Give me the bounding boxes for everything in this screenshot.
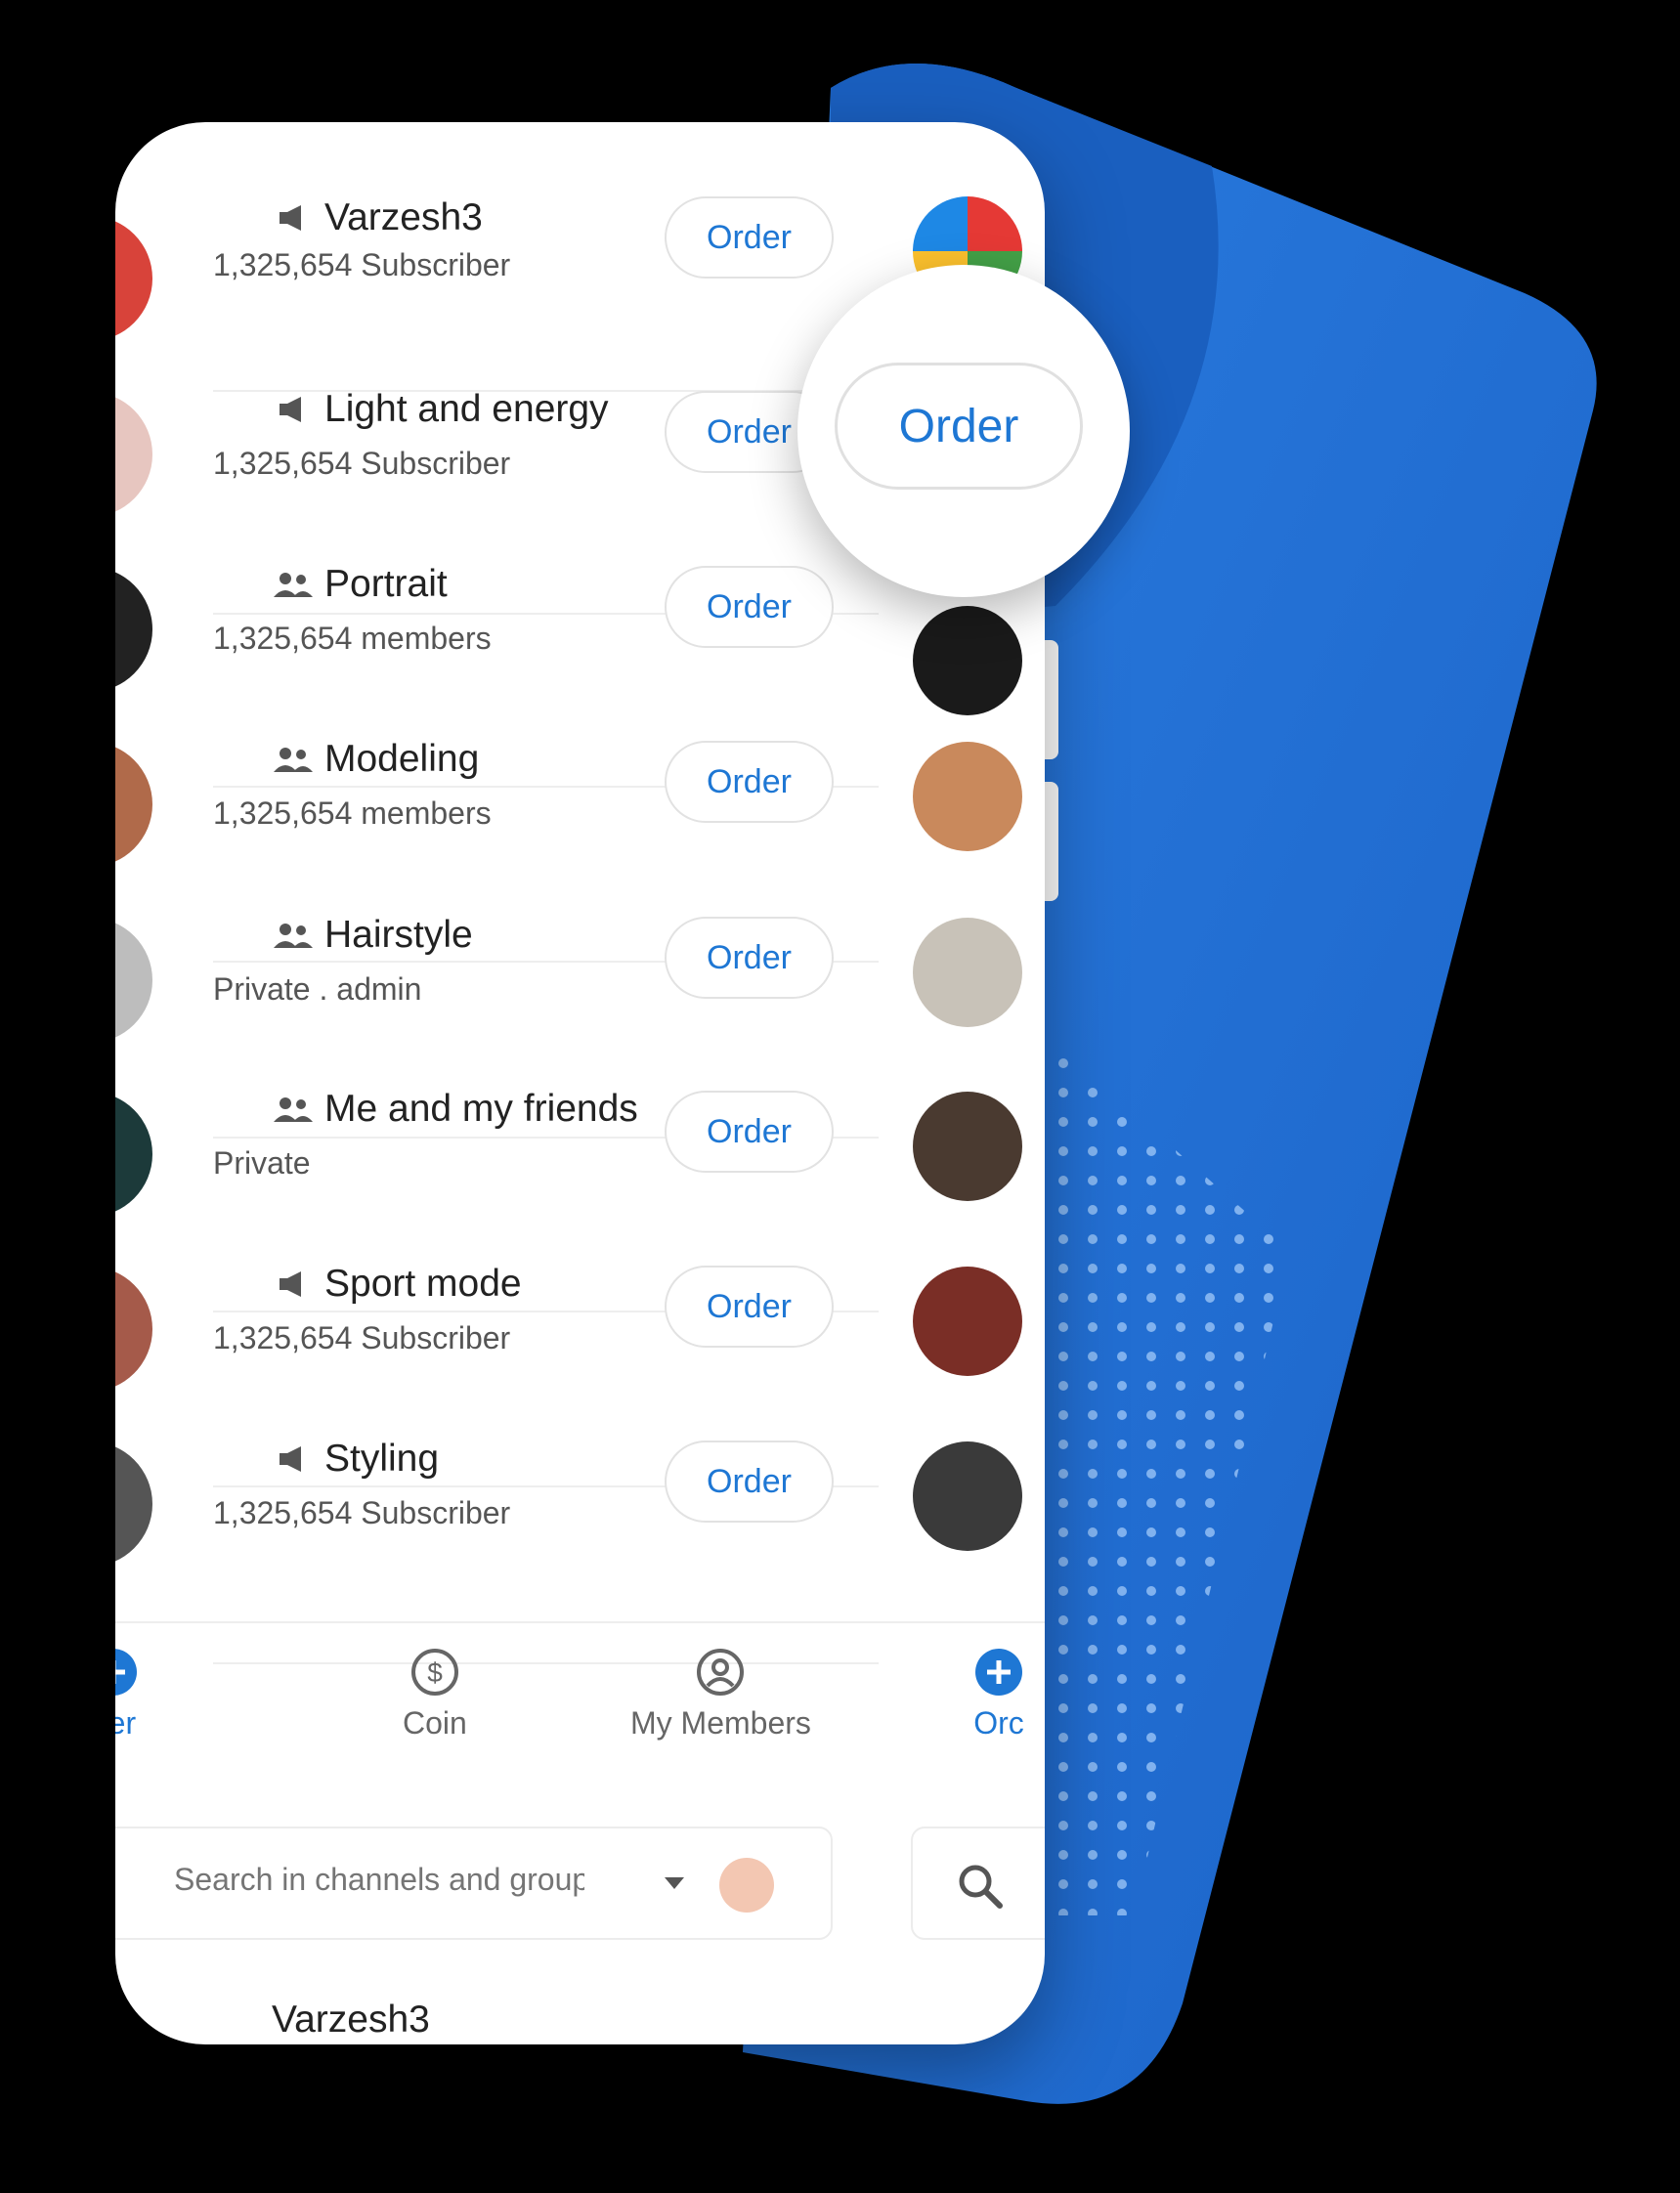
account-circle-icon <box>697 1649 745 1696</box>
list-item[interactable]: Sport mode 1,325,654 Subscriber Order <box>115 1241 1045 1487</box>
megaphone-icon <box>280 1271 301 1297</box>
row-title: Varzesh3 <box>324 196 483 238</box>
coin-icon: $ <box>410 1649 458 1696</box>
group-icon <box>274 573 313 597</box>
avatar <box>913 1267 1022 1376</box>
row-title: Sport mode <box>324 1263 522 1305</box>
search-button[interactable] <box>911 1827 1045 1940</box>
row-title: Hairstyle <box>324 914 473 956</box>
row-subtitle: Private . admin <box>213 971 422 1007</box>
order-button[interactable]: Order <box>665 1440 834 1523</box>
avatar <box>913 1441 1022 1551</box>
avatar <box>913 918 1022 1027</box>
side-tab <box>1045 782 1058 901</box>
avatar <box>913 1092 1022 1201</box>
row-subtitle: 1,325,654 Subscriber <box>213 247 511 282</box>
svg-text:$: $ <box>427 1657 443 1688</box>
order-button[interactable]: Order <box>665 741 834 823</box>
avatar <box>115 918 152 1043</box>
row-subtitle: 1,325,654 Subscriber <box>213 446 511 481</box>
row-title: Portrait <box>324 563 448 605</box>
bottom-navigation: der $ Coin My Members Orc <box>115 1621 1045 1780</box>
avatar <box>115 742 152 867</box>
order-button[interactable]: Order <box>665 917 834 999</box>
plus-circle-icon <box>115 1649 137 1696</box>
megaphone-icon <box>280 1446 301 1472</box>
row-title: Styling <box>324 1438 440 1480</box>
group-icon <box>274 748 313 772</box>
row-subtitle: 1,325,654 Subscriber <box>213 1320 511 1355</box>
row-subtitle: 1,325,654 members <box>213 796 492 831</box>
row-subtitle: Private <box>213 1145 311 1181</box>
avatar <box>913 606 1022 715</box>
side-tab <box>1045 640 1058 759</box>
row-title-partial: Varzesh3 <box>272 1999 430 2041</box>
order-button[interactable]: Order <box>665 1266 834 1348</box>
order-button[interactable]: Order <box>665 566 834 648</box>
avatar <box>115 1441 152 1567</box>
avatar <box>719 1858 774 1913</box>
megaphone-icon <box>280 205 301 231</box>
list-item[interactable]: Hairstyle Private . admin Order <box>115 892 1045 1139</box>
avatar <box>115 1092 152 1217</box>
nav-label: My Members <box>630 1705 811 1741</box>
nav-label: Coin <box>403 1705 467 1741</box>
row-title: Modeling <box>324 738 480 780</box>
row-title: Me and my friends <box>324 1088 638 1130</box>
list-item[interactable]: Modeling 1,325,654 members Order <box>115 716 1045 963</box>
nav-label: Orc <box>973 1705 1024 1741</box>
zoom-magnifier: Order <box>797 265 1130 597</box>
nav-item-my-members[interactable]: My Members <box>630 1647 811 1742</box>
avatar <box>115 392 152 517</box>
row-subtitle: 1,325,654 members <box>213 621 492 656</box>
row-title: Light and energy <box>324 388 609 430</box>
nav-item-coin[interactable]: $ Coin <box>403 1647 467 1742</box>
search-bar[interactable] <box>115 1827 833 1940</box>
search-input[interactable] <box>174 1862 584 1898</box>
nav-item-order-left[interactable]: der <box>115 1647 139 1742</box>
nav-item-order-right[interactable]: Orc <box>973 1647 1024 1742</box>
order-button-zoomed[interactable]: Order <box>835 363 1083 490</box>
list-item[interactable]: Styling 1,325,654 Subscriber Order <box>115 1416 1045 1664</box>
row-subtitle: 1,325,654 Subscriber <box>213 1495 511 1530</box>
plus-circle-icon <box>975 1649 1022 1696</box>
order-button[interactable]: Order <box>665 1091 834 1173</box>
dropdown-arrow-icon[interactable] <box>663 1875 686 1891</box>
group-icon <box>274 924 313 948</box>
order-button[interactable]: Order <box>665 196 834 279</box>
avatar <box>913 742 1022 851</box>
avatar <box>115 1267 152 1392</box>
nav-label: der <box>115 1705 137 1741</box>
search-icon <box>959 1865 1003 1909</box>
megaphone-icon <box>280 397 301 422</box>
avatar <box>115 567 152 692</box>
list-item[interactable]: Me and my friends Private Order <box>115 1066 1045 1312</box>
avatar <box>115 216 152 341</box>
group-icon <box>274 1097 313 1122</box>
